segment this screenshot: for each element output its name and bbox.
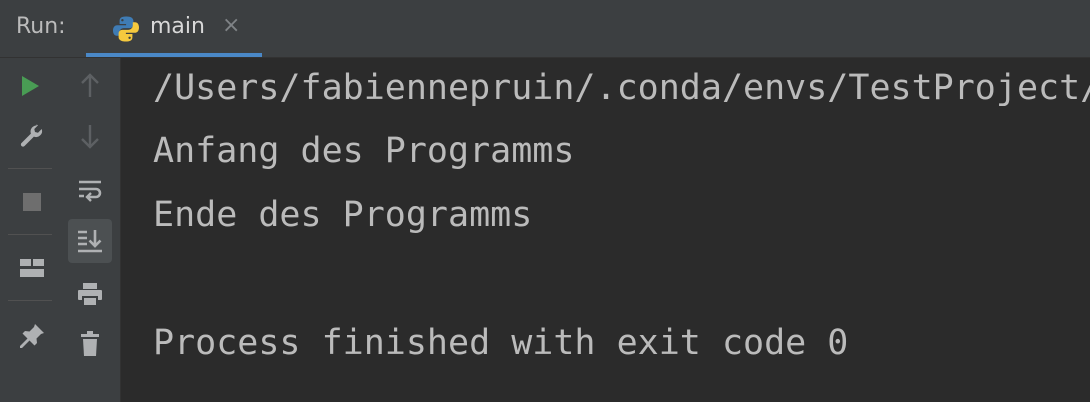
tab-selected-indicator [86,53,262,57]
console-line: Anfang des Programms [153,131,575,171]
layout-icon[interactable] [10,246,54,290]
scroll-to-end-glyph [76,227,104,259]
pin-icon[interactable] [10,314,54,358]
run-label: Run: [16,14,66,39]
tab-main[interactable]: main × [86,0,262,57]
soft-wrap-icon[interactable] [68,168,112,212]
toolbar-separator [8,168,52,169]
toolbar-separator [8,300,52,301]
tab-main-label: main [150,14,205,39]
python-icon [112,15,140,43]
arrow-down-icon[interactable] [68,114,112,158]
run-tool-window-header: Run: main × [0,0,1090,58]
wrench-icon[interactable] [10,114,54,158]
toolbar-separator [8,234,52,235]
print-icon[interactable] [68,272,112,316]
scroll-to-end-active-background [68,219,112,263]
trash-icon[interactable] [68,322,112,366]
arrow-up-icon[interactable] [68,64,112,108]
console-line: Process finished with exit code 0 [153,323,849,363]
console-output[interactable]: /Users/fabiennepruin/.conda/envs/TestPro… [121,58,1090,402]
console-line: /Users/fabiennepruin/.conda/envs/TestPro… [153,68,1090,108]
rerun-icon[interactable] [8,64,52,108]
console-line: Ende des Programms [153,195,533,235]
close-icon[interactable]: × [222,13,240,38]
run-toolbar-primary [0,58,60,402]
stop-icon[interactable] [10,180,54,224]
